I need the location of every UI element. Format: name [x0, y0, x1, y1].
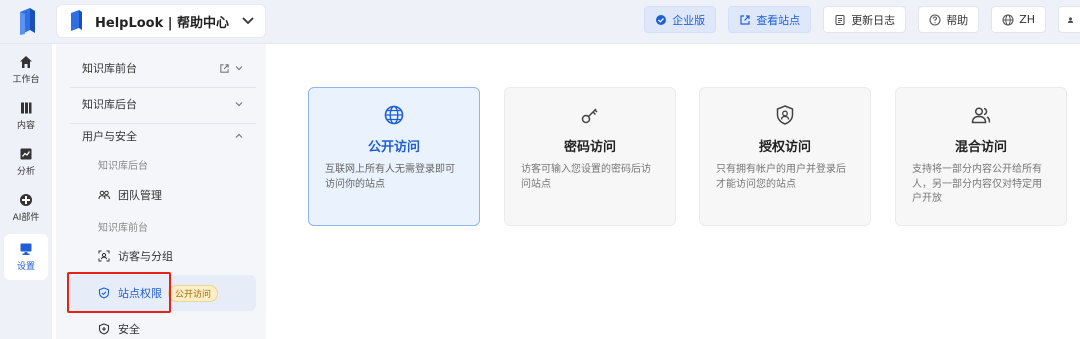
sidebar-group-label: 知识库后台 [82, 98, 137, 111]
chevron-down-icon [235, 102, 243, 107]
question-icon [929, 13, 941, 26]
card-description: 只有拥有帐户的用户并登录后才能访问您的站点 [716, 164, 846, 190]
user-button[interactable] [1058, 6, 1080, 33]
status-badge: 公开访问 [168, 284, 219, 302]
rail-item-settings[interactable]: 设置 [4, 234, 48, 280]
rail-label-analytics: 分析 [16, 167, 35, 177]
view-site-label: 查看站点 [756, 13, 801, 27]
access-card-authorized[interactable]: 授权访问 只有拥有帐户的用户并登录后才能访问您的站点 [699, 87, 871, 226]
chart-icon [20, 148, 32, 160]
visitor-icon [98, 250, 110, 262]
sidebar-sublabel-frontend: 知识库前台 [98, 222, 148, 234]
changelog-label: 更新日志 [851, 13, 896, 27]
space-selector[interactable]: HelpLook | 帮助中心 [56, 4, 266, 38]
group-actions [219, 63, 244, 74]
helplook-logo-icon [71, 10, 82, 31]
rail-item-ai[interactable]: AI部件 [4, 186, 48, 230]
card-description: 互联网上所有人无需登录即可访问你的站点 [325, 164, 455, 190]
sidebar-item-label: 团队管理 [118, 189, 162, 202]
home-icon [20, 56, 32, 68]
rail-item-content[interactable]: 内容 [4, 94, 48, 138]
chevron-down-icon [242, 17, 254, 25]
app-logo-icon[interactable] [12, 8, 42, 36]
card-description: 支持将一部分内容公开给所有人，另一部分内容仅对特定用户开放 [912, 164, 1042, 204]
changelog-button[interactable]: 更新日志 [823, 6, 907, 33]
chevron-down-icon [235, 66, 243, 71]
language-label: ZH [1019, 13, 1035, 26]
card-title: 混合访问 [954, 140, 1007, 155]
card-title: 公开访问 [367, 140, 420, 155]
rail-label-content: 内容 [16, 121, 35, 131]
access-card-public[interactable]: 公开访问 互联网上所有人无需登录即可访问你的站点 [308, 87, 480, 226]
users-icon [971, 107, 991, 124]
sidebar-item-visitors[interactable]: 访客与分组 [70, 238, 256, 274]
left-rail: 工作台 内容 分析 AI部件 设置 [0, 44, 52, 339]
sidebar-group-frontend[interactable]: 知识库前台 [70, 50, 256, 86]
help-button[interactable]: 帮助 [918, 6, 980, 33]
sidebar-item-label: 安全 [118, 323, 140, 336]
sidebar-sublabel-backend: 知识库后台 [98, 160, 148, 172]
ai-icon [20, 194, 32, 206]
space-name: HelpLook | 帮助中心 [95, 15, 230, 31]
external-link-icon [740, 14, 750, 25]
top-actions: 企业版 查看站点 更新日志 帮助 ZH [644, 6, 1080, 33]
access-card-password[interactable]: 密码访问 访客可输入您设置的密码后访问站点 [504, 87, 676, 226]
enterprise-button[interactable]: 企业版 [644, 6, 717, 33]
view-site-button[interactable]: 查看站点 [728, 6, 812, 33]
globe-icon [1002, 13, 1014, 26]
top-bar: HelpLook | 帮助中心 企业版 查看站点 更新日志 帮助 ZH [0, 0, 1080, 44]
card-title: 密码访问 [563, 140, 616, 155]
sidebar-group-user-security[interactable]: 用户与安全 [70, 118, 256, 154]
card-description: 访客可输入您设置的密码后访问站点 [521, 164, 651, 190]
monitor-icon [20, 243, 32, 255]
check-badge-icon [656, 14, 667, 25]
key-icon [581, 108, 598, 124]
sidebar-item-team[interactable]: 团队管理 [70, 177, 256, 213]
book-icon [21, 102, 32, 114]
user-icon [1067, 16, 1074, 23]
team-icon [98, 190, 110, 200]
sidebar-group-label: 用户与安全 [82, 130, 137, 143]
sidebar-item-security[interactable]: 安全 [70, 311, 256, 339]
external-link-icon[interactable] [219, 63, 230, 74]
chevron-up-icon [235, 133, 243, 138]
rail-label-workbench: 工作台 [12, 75, 40, 85]
card-title: 授权访问 [758, 140, 811, 155]
document-icon [835, 14, 845, 25]
highlight-annotation [67, 272, 171, 313]
language-button[interactable]: ZH [991, 6, 1046, 33]
rail-item-analytics[interactable]: 分析 [4, 140, 48, 184]
rail-label-ai: AI部件 [12, 213, 40, 223]
rail-label-settings: 设置 [16, 262, 35, 272]
access-card-hybrid[interactable]: 混合访问 支持将一部分内容公开给所有人，另一部分内容仅对特定用户开放 [895, 87, 1067, 226]
sidebar-group-backend[interactable]: 知识库后台 [70, 86, 256, 122]
sidebar-item-label: 访客与分组 [118, 250, 173, 263]
enterprise-label: 企业版 [672, 13, 706, 27]
rail-item-workbench[interactable]: 工作台 [4, 48, 48, 92]
shield-user-icon [776, 105, 794, 125]
security-icon [98, 323, 110, 335]
sidebar-group-label: 知识库前台 [82, 62, 137, 75]
globe-icon [384, 105, 404, 125]
help-label: 帮助 [946, 13, 969, 27]
